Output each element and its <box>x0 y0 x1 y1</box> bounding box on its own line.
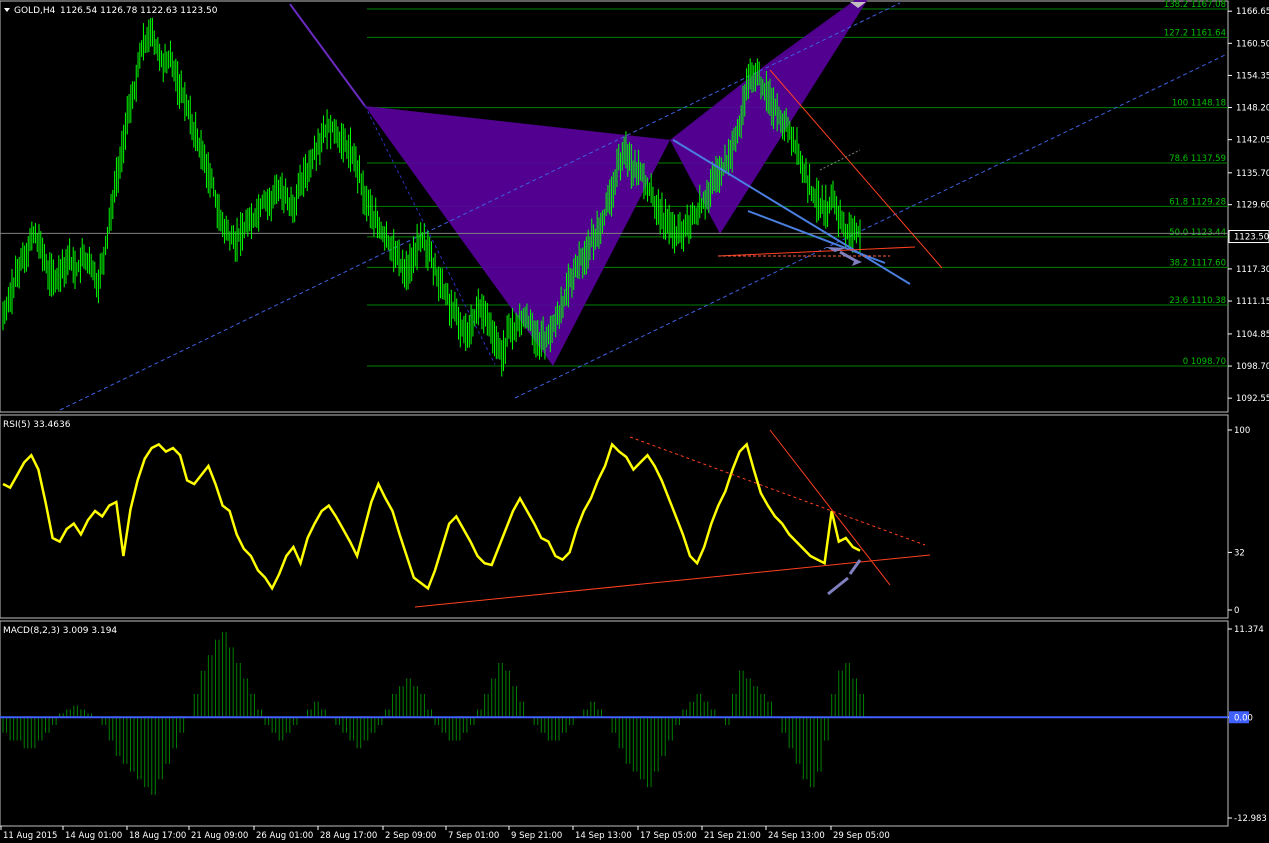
time-axis-tick: 14 Aug 01:00 <box>65 831 122 841</box>
rsi-axis-tick: 0 <box>1234 606 1239 616</box>
macd-axis-tick: 11.374 <box>1234 625 1264 635</box>
rsi-axis-tick: 32 <box>1234 548 1245 558</box>
price-axes: 1166.65 1160.50 1154.35 1148.20 1142.05 1135.… <box>0 7 1269 841</box>
fib-level-label: 127.2 1161.64 <box>1164 28 1226 38</box>
price-axis-tick: 1166.65 <box>1236 7 1269 17</box>
macd-title: MACD(8,2,3) 3.009 3.194 <box>3 626 117 636</box>
time-axis-tick: 21 Aug 09:00 <box>191 831 248 841</box>
time-axis-tick: 21 Sep 21:00 <box>704 831 761 841</box>
time-axis-tick: 26 Aug 01:00 <box>256 831 313 841</box>
time-axis-tick: 7 Sep 01:00 <box>448 831 499 841</box>
price-chart-canvas[interactable]: 138.2 1167.08 127.2 1161.64 100 1148.18 78.… <box>0 0 1269 843</box>
fib-level-label: 38.2 1117.60 <box>1169 258 1226 268</box>
panel-frames <box>0 0 1229 827</box>
time-axis-tick: 2 Sep 09:00 <box>385 831 436 841</box>
arrow-marker <box>827 576 849 596</box>
fib-level-label: 100 1148.18 <box>1172 99 1226 109</box>
price-axis-tick: 1142.05 <box>1236 136 1269 146</box>
macd-axis-tick: -12.983 <box>1234 814 1267 824</box>
time-axis-tick: 11 Aug 2015 <box>3 831 57 841</box>
pattern-leg-xa <box>289 3 366 107</box>
rsi-line <box>2 441 861 591</box>
rsi-resistance-line <box>769 429 891 586</box>
time-axis-tick: 28 Aug 17:00 <box>320 831 377 841</box>
dropdown-triangle-icon[interactable] <box>4 8 10 12</box>
price-axis-tick: 1154.35 <box>1236 71 1269 81</box>
rsi-dashed-line <box>629 436 926 546</box>
fib-level-label: 78.6 1137.59 <box>1169 154 1226 164</box>
price-axis-tick: 1129.60 <box>1236 201 1269 211</box>
price-axis-tick: 1092.55 <box>1236 394 1269 404</box>
fib-level-label: 23.6 1110.38 <box>1169 296 1226 306</box>
macd-panel-frame <box>0 620 1229 827</box>
price-axis-tick: 1135.70 <box>1236 169 1269 179</box>
fib-level-label: 61.8 1129.28 <box>1169 197 1226 207</box>
price-axis-tick: 1148.20 <box>1236 104 1269 114</box>
pattern-drawings[interactable] <box>0 0 1228 411</box>
time-axis-tick: 24 Sep 13:00 <box>768 831 825 841</box>
time-axis-tick: 9 Sep 21:00 <box>511 831 562 841</box>
price-axis-tick: 1111.15 <box>1236 297 1269 307</box>
current-price-label: 1123.50 <box>1234 233 1269 243</box>
rsi-indicator <box>2 429 931 608</box>
rsi-title: RSI(5) 33.4636 <box>3 420 71 430</box>
fib-level-label: 50.0 1123.44 <box>1169 228 1226 238</box>
price-axis-tick: 1160.50 <box>1236 39 1269 49</box>
macd-axis-tick: 0.00 <box>1234 713 1253 723</box>
price-axis-tick: 1104.85 <box>1236 330 1269 340</box>
trendline-red-flat <box>717 246 916 257</box>
symbol-title: GOLD,H4 <box>14 6 56 16</box>
ohlc-values: 1126.54 1126.78 1122.63 1123.50 <box>60 6 218 16</box>
chart-header: GOLD,H4 1126.54 1126.78 1122.63 1123.50 … <box>3 6 218 636</box>
macd-indicator <box>0 631 1228 795</box>
fib-level-label: 138.2 1167.08 <box>1164 0 1226 10</box>
time-axis-tick: 29 Sep 05:00 <box>833 831 890 841</box>
rsi-axis-tick: 100 <box>1234 426 1250 436</box>
time-axis-tick: 17 Sep 05:00 <box>640 831 697 841</box>
price-axis-tick: 1117.30 <box>1236 265 1269 275</box>
fib-level-label: 0 1098.70 <box>1183 357 1226 367</box>
time-axis-tick: 14 Sep 13:00 <box>575 831 632 841</box>
price-axis-tick: 1098.70 <box>1236 362 1269 372</box>
time-axis-tick: 18 Aug 17:00 <box>129 831 186 841</box>
